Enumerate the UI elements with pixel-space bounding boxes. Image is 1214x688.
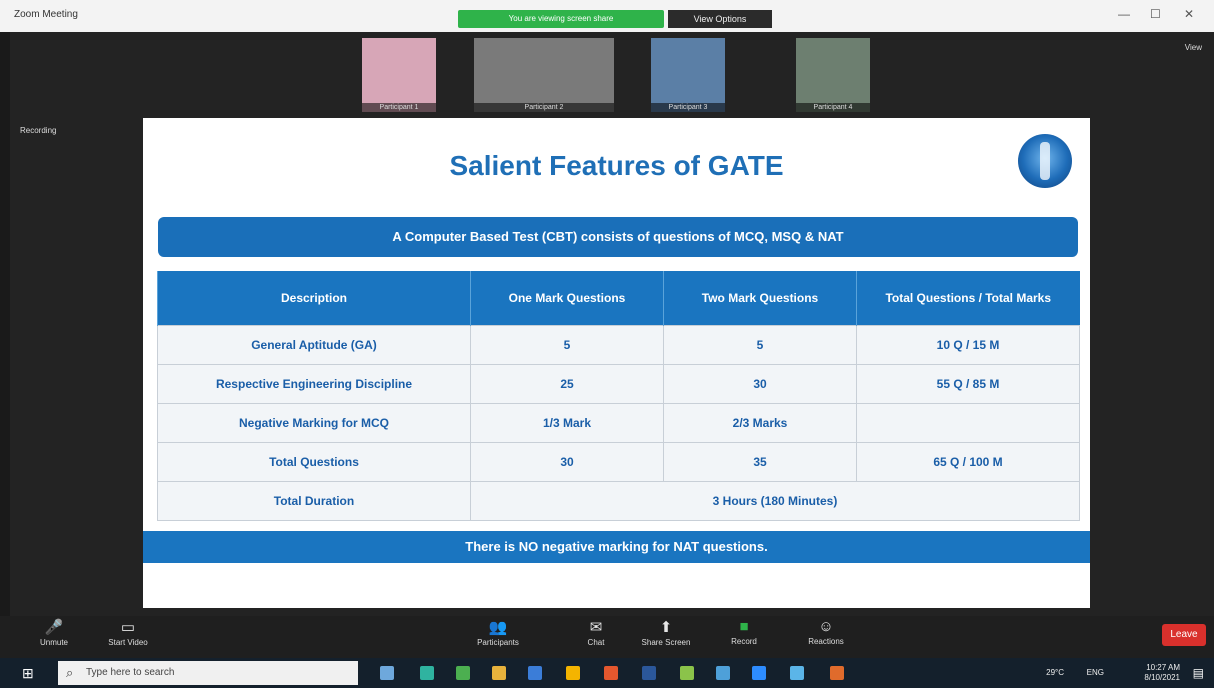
column-header: Two Mark Questions (663, 271, 857, 326)
institute-logo (1018, 134, 1072, 188)
participants-button[interactable]: 👥 Participants (470, 618, 526, 647)
table-cell (856, 403, 1080, 443)
participant-video-3[interactable]: Participant 3 (651, 38, 725, 112)
table-cell: 65 Q / 100 M (856, 442, 1080, 482)
participant-name: Participant 2 (474, 103, 614, 112)
table-cell: 30 (470, 442, 664, 482)
reactions-label: Reactions (808, 637, 844, 646)
participant-video-1[interactable]: Participant 1 (362, 38, 436, 112)
meeting-controls: 🎤 Unmute ▭ Start Video 👥 Participants ✉ … (0, 616, 1214, 658)
table-cell: 5 (470, 325, 664, 365)
reactions-icon: ☺ (818, 618, 834, 635)
language-indicator[interactable]: ENG (1087, 667, 1104, 678)
share-screen-button[interactable]: ⬆ Share Screen (638, 618, 694, 647)
table-cell: 2/3 Marks (663, 403, 857, 443)
column-header: One Mark Questions (470, 271, 664, 326)
edge-icon[interactable] (420, 666, 434, 680)
table-cell: 55 Q / 85 M (856, 364, 1080, 404)
app-icon[interactable] (680, 666, 694, 680)
task-view-icon[interactable] (380, 666, 394, 680)
table-cell: Total Questions (157, 442, 471, 482)
chrome-icon[interactable] (456, 666, 470, 680)
notification-icon[interactable]: ▤ (1193, 666, 1204, 680)
slide-title: Salient Features of GATE (449, 150, 784, 181)
date-text: 8/10/2021 (1144, 673, 1180, 682)
zoom-icon[interactable] (716, 666, 730, 680)
mute-label: Unmute (39, 638, 68, 647)
app-icon[interactable] (830, 666, 844, 680)
table-cell: Negative Marking for MCQ (157, 403, 471, 443)
view-options-button[interactable]: View Options (668, 10, 772, 28)
chat-button[interactable]: ✉ Chat (568, 618, 624, 647)
minimize-button[interactable]: — (1118, 7, 1130, 21)
table-cell: 3 Hours (180 Minutes) (470, 481, 1080, 521)
recording-indicator: Recording (20, 126, 57, 135)
participant-name: Participant 1 (362, 103, 436, 112)
record-icon: ■ (739, 618, 749, 635)
gate-features-table: Description One Mark Questions Two Mark … (157, 271, 1080, 521)
table-header-row: Description One Mark Questions Two Mark … (157, 271, 1080, 326)
table-cell: Total Duration (157, 481, 471, 521)
view-toggle[interactable]: View (1185, 43, 1202, 52)
slide-subtitle: A Computer Based Test (CBT) consists of … (158, 217, 1078, 257)
mute-button[interactable]: 🎤 Unmute (26, 618, 82, 647)
powerpoint-icon[interactable] (604, 666, 618, 680)
table-row: Total Questions 30 35 65 Q / 100 M (157, 442, 1080, 482)
table-row: Negative Marking for MCQ 1/3 Mark 2/3 Ma… (157, 403, 1080, 443)
share-label: Share Screen (641, 638, 691, 647)
windows-start-icon[interactable]: ⊞ (22, 665, 34, 682)
chat-icon: ✉ (589, 619, 603, 636)
participant-name: Participant 3 (651, 103, 725, 112)
start-video-button[interactable]: ▭ Start Video (100, 618, 156, 647)
store-icon[interactable] (528, 666, 542, 680)
slide-note: There is NO negative marking for NAT que… (143, 531, 1090, 563)
leave-button[interactable]: Leave (1162, 624, 1206, 646)
sticky-notes-icon[interactable] (566, 666, 580, 680)
share-icon: ⬆ (659, 619, 673, 636)
share-banner: You are viewing screen share (458, 10, 664, 28)
participant-name: Participant 4 (796, 103, 870, 112)
table-cell: 1/3 Mark (470, 403, 664, 443)
table-row: Respective Engineering Discipline 25 30 … (157, 364, 1080, 404)
clock[interactable]: 10:27 AM 8/10/2021 (1144, 663, 1180, 683)
participant-video-4[interactable]: Participant 4 (796, 38, 870, 112)
title-bar: Zoom Meeting You are viewing screen shar… (0, 0, 1214, 32)
video-camera-icon: ▭ (120, 619, 136, 636)
shared-slide: Salient Features of GATE A Computer Base… (143, 118, 1090, 608)
microphone-icon: 🎤 (44, 619, 64, 636)
table-cell: Respective Engineering Discipline (157, 364, 471, 404)
record-button[interactable]: ■ Record (716, 618, 772, 646)
weather-indicator[interactable]: 29°C (1046, 667, 1064, 678)
word-icon[interactable] (642, 666, 656, 680)
close-button[interactable]: ✕ (1184, 7, 1194, 21)
app-icon[interactable] (790, 666, 804, 680)
maximize-button[interactable]: ☐ (1150, 7, 1161, 21)
table-cell: 35 (663, 442, 857, 482)
table-cell: 25 (470, 364, 664, 404)
table-cell: 30 (663, 364, 857, 404)
participants-label: Participants (477, 638, 519, 647)
participant-video-2[interactable]: Participant 2 (474, 38, 614, 112)
reactions-button[interactable]: ☺ Reactions (798, 618, 854, 646)
time-text: 10:27 AM (1146, 663, 1180, 672)
app-title: Zoom Meeting (14, 9, 78, 20)
table-cell: 10 Q / 15 M (856, 325, 1080, 365)
table-cell: General Aptitude (GA) (157, 325, 471, 365)
participants-icon: 👥 (488, 619, 508, 636)
table-cell: 5 (663, 325, 857, 365)
column-header: Description (157, 271, 471, 326)
video-label: Start Video (108, 638, 148, 647)
windows-taskbar: ⊞ Type here to search 29°C ENG 10:27 AM … (0, 658, 1214, 688)
chat-label: Chat (587, 638, 605, 647)
taskbar-search-input[interactable]: Type here to search (58, 661, 358, 685)
table-row: General Aptitude (GA) 5 5 10 Q / 15 M (157, 325, 1080, 365)
record-label: Record (731, 637, 757, 646)
zoom-active-icon[interactable] (752, 666, 766, 680)
file-explorer-icon[interactable] (492, 666, 506, 680)
column-header: Total Questions / Total Marks (856, 271, 1080, 326)
table-row: Total Duration 3 Hours (180 Minutes) (157, 481, 1080, 521)
